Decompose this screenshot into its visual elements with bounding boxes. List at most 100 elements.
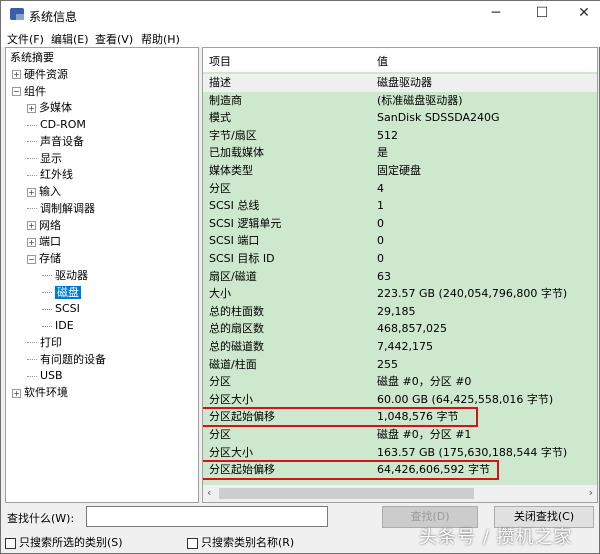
tree-item[interactable]: + 网络 — [27, 218, 61, 234]
tree-item-label: 系统摘要 — [10, 51, 54, 64]
table-row[interactable]: 媒体类型 固定硬盘 — [203, 162, 597, 180]
search-category-names-checkbox[interactable]: 只搜索类别名称(R) — [187, 534, 294, 550]
scrollbar-thumb[interactable] — [219, 488, 474, 499]
tree-item[interactable]: + 端口 — [27, 234, 61, 250]
value-cell: SanDisk SDSSDA240G — [377, 111, 500, 125]
tree-item[interactable]: SCSI — [42, 301, 80, 317]
scroll-left-icon[interactable]: ‹ — [207, 486, 211, 499]
expand-icon[interactable]: + — [12, 70, 21, 80]
value-cell: 468,857,025 — [377, 322, 447, 336]
find-label: 查找什么(W): — [7, 512, 75, 525]
table-row[interactable]: 总的扇区数 468,857,025 — [203, 320, 597, 338]
table-row[interactable]: SCSI 端口 0 — [203, 232, 597, 250]
tree-item[interactable]: + 软件环境 — [12, 385, 68, 401]
find-input[interactable] — [86, 506, 328, 527]
table-row[interactable]: 制造商 (标准磁盘驱动器) — [203, 92, 597, 110]
tree-item[interactable]: + 多媒体 — [27, 100, 72, 116]
table-row[interactable]: 分区 4 — [203, 180, 597, 198]
table-row[interactable]: SCSI 总线 1 — [203, 197, 597, 215]
table-row[interactable]: 分区大小 60.00 GB (64,425,558,016 字节) — [203, 391, 597, 409]
table-row[interactable]: 扇区/磁道 63 — [203, 268, 597, 286]
tree-item[interactable]: 磁盘 — [42, 285, 81, 301]
collapse-icon[interactable]: − — [27, 254, 36, 264]
value-cell: 4 — [377, 181, 384, 195]
search-selected-category-checkbox[interactable]: 只搜索所选的类别(S) — [5, 534, 123, 550]
maximize-button[interactable]: ☐ — [527, 5, 557, 25]
tree-line — [42, 308, 52, 310]
menu-help[interactable]: 帮助(H) — [141, 31, 180, 47]
tree-item[interactable]: 红外线 — [27, 167, 73, 183]
item-cell: 已加载媒体 — [209, 146, 264, 160]
table-row[interactable]: 磁道/柱面 255 — [203, 356, 597, 374]
item-cell: SCSI 目标 ID — [209, 252, 275, 265]
tree-item-label: 声音设备 — [40, 134, 84, 148]
table-row[interactable]: 描述 磁盘驱动器 — [203, 74, 597, 92]
item-cell: 字节/扇区 — [209, 128, 257, 142]
expand-icon[interactable]: + — [12, 388, 21, 398]
checkbox-icon[interactable] — [5, 537, 16, 549]
tree-item[interactable]: CD-ROM — [27, 117, 86, 133]
table-row[interactable]: 模式 SanDisk SDSSDA240G — [203, 109, 597, 127]
minimize-button[interactable]: ─ — [481, 5, 511, 25]
value-cell: (标准磁盘驱动器) — [377, 93, 463, 107]
watermark: 头条号 / 攒机之家 — [419, 527, 573, 548]
tree-item[interactable]: + 硬件资源 — [12, 67, 68, 83]
item-cell: 媒体类型 — [209, 164, 253, 177]
table-row[interactable]: 分区大小 163.57 GB (175,630,188,544 字节) — [203, 444, 597, 462]
table-row[interactable]: 总的柱面数 29,185 — [203, 303, 597, 321]
checkbox-icon[interactable] — [187, 537, 198, 549]
tree-item[interactable]: + 输入 — [27, 184, 61, 200]
tree-item-label: 红外线 — [40, 168, 73, 182]
tree-item[interactable]: − 存储 — [27, 251, 61, 267]
details-table: 项目 值 ‹ › 描述 磁盘驱动器 制造商 (标准磁盘驱动器) 模式 SanDisk SD… — [202, 47, 598, 503]
scroll-right-icon[interactable]: › — [589, 486, 593, 499]
tree-item-label: 驱动器 — [55, 268, 88, 282]
tree-item[interactable]: 显示 — [27, 151, 62, 167]
column-header-value[interactable]: 值 — [377, 53, 388, 69]
tree-item[interactable]: 有问题的设备 — [27, 352, 106, 368]
item-cell: SCSI 端口 — [209, 234, 260, 248]
tree-item[interactable]: 调制解调器 — [27, 201, 95, 217]
value-cell: 60.00 GB (64,425,558,016 字节) — [377, 392, 554, 406]
tree-line — [27, 124, 37, 126]
tree-line — [27, 359, 37, 360]
expand-icon[interactable]: + — [27, 103, 36, 113]
expand-icon[interactable]: + — [27, 221, 36, 230]
tree-line — [27, 208, 37, 210]
category-tree[interactable]: 系统摘要 + 硬件资源 − 组件 + 多媒体 CD-ROM 声音设备 显示 红外线 + 输入 调制解调器 +… — [5, 47, 199, 503]
table-row[interactable]: 大小 223.57 GB (240,054,796,800 字节) — [203, 285, 597, 303]
menu-edit[interactable]: 编辑(E) — [51, 31, 89, 47]
tree-item[interactable]: 打印 — [27, 335, 62, 351]
table-row[interactable]: 字节/扇区 512 — [203, 127, 597, 145]
table-row[interactable]: 总的磁道数 7,442,175 — [203, 338, 597, 356]
table-row[interactable]: SCSI 逻辑单元 0 — [203, 215, 597, 233]
close-button[interactable]: ✕ — [569, 5, 599, 25]
tree-item[interactable]: 驱动器 — [42, 268, 88, 284]
expand-icon[interactable]: + — [27, 237, 36, 247]
value-cell: 0 — [377, 216, 384, 230]
menu-view[interactable]: 查看(V) — [95, 31, 133, 47]
menu-file[interactable]: 文件(F) — [7, 31, 44, 47]
tree-item[interactable]: 声音设备 — [27, 134, 84, 150]
expand-icon[interactable]: + — [27, 187, 36, 197]
collapse-icon[interactable]: − — [12, 87, 21, 96]
menu-bar: 文件(F) 编辑(E) 查看(V) 帮助(H) — [1, 29, 600, 47]
tree-item[interactable]: USB — [27, 368, 63, 384]
table-row[interactable]: 分区 磁盘 #0，分区 #1 — [203, 426, 597, 444]
table-row[interactable]: SCSI 目标 ID 0 — [203, 250, 597, 268]
table-header: 项目 值 — [203, 48, 597, 72]
tree-item-label: 输入 — [39, 185, 61, 198]
tree-line — [42, 275, 52, 277]
item-cell: 分区 — [209, 181, 231, 195]
table-row[interactable]: 分区 磁盘 #0，分区 #0 — [203, 373, 597, 391]
column-header-item[interactable]: 项目 — [209, 53, 231, 69]
tree-item[interactable]: − 组件 — [12, 84, 46, 100]
tree-line — [27, 141, 37, 143]
item-cell: 大小 — [209, 287, 231, 301]
tree-item[interactable]: 系统摘要 — [10, 50, 54, 66]
tree-line — [42, 325, 52, 327]
tree-item[interactable]: IDE — [42, 318, 74, 334]
value-cell: 1 — [377, 199, 384, 213]
horizontal-scrollbar[interactable]: ‹ › — [203, 485, 597, 502]
table-row[interactable]: 已加载媒体 是 — [203, 144, 597, 162]
